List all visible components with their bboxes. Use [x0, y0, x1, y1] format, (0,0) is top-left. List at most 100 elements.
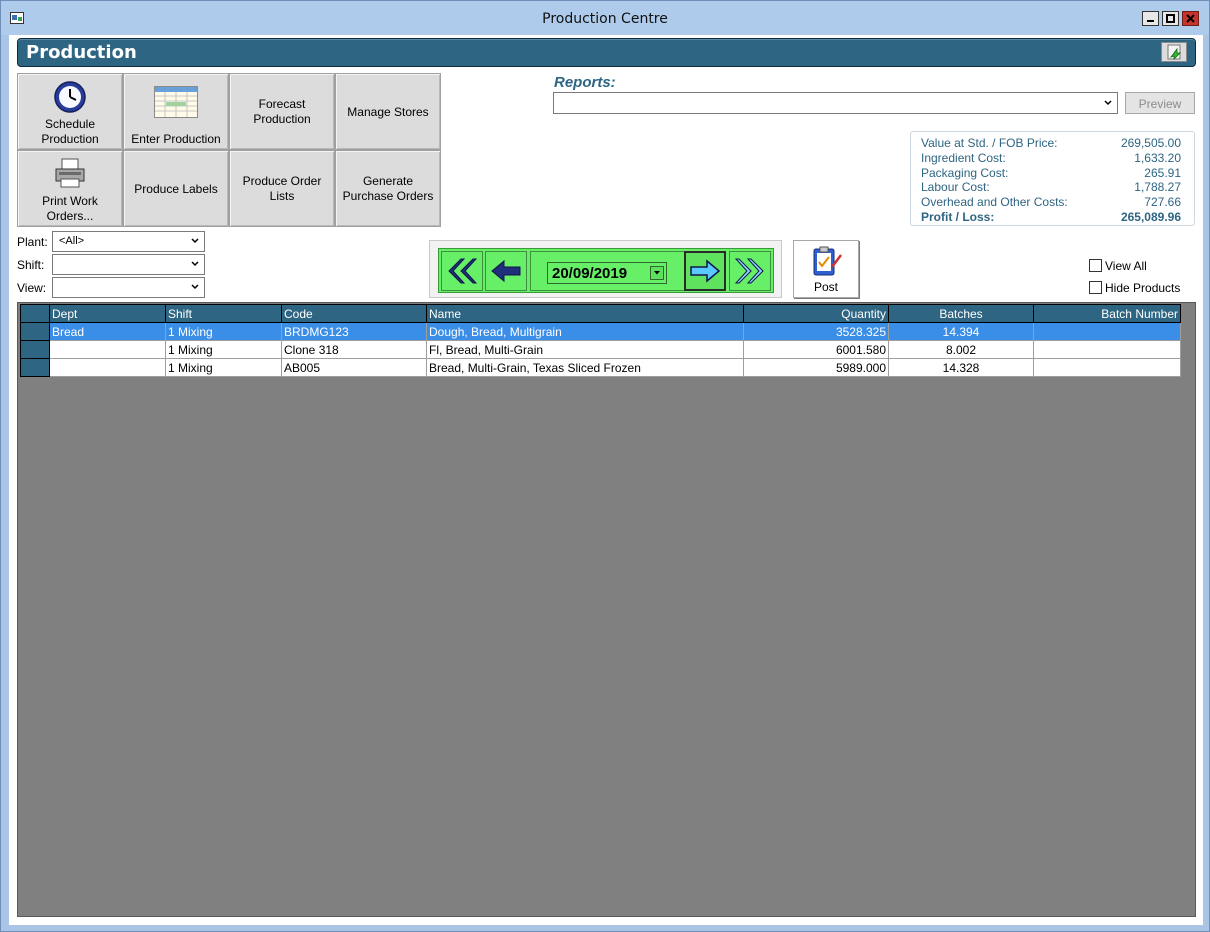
cell-batches[interactable]: 8.002	[888, 340, 1034, 359]
manage-stores-button[interactable]: Manage Stores	[335, 73, 441, 150]
cost-label: Overhead and Other Costs:	[921, 195, 1068, 209]
date-field[interactable]: 20/09/2019	[547, 262, 667, 284]
cost-row-labour: Labour Cost: 1,788.27	[921, 180, 1181, 195]
close-button[interactable]	[1182, 11, 1199, 26]
cell-dept[interactable]: Bread	[49, 322, 166, 341]
minimize-button[interactable]	[1142, 11, 1159, 26]
post-button[interactable]: Post	[793, 240, 859, 298]
maximize-icon	[1166, 14, 1175, 23]
previous-date-button[interactable]	[485, 251, 527, 291]
next-date-button[interactable]	[684, 251, 726, 291]
clipboard-check-icon	[813, 246, 842, 276]
cell-shift[interactable]: 1 Mixing	[165, 322, 282, 341]
schedule-production-button[interactable]: Schedule Production	[17, 73, 123, 150]
row-selector[interactable]	[20, 358, 50, 377]
column-header-shift[interactable]: Shift	[165, 304, 282, 323]
plant-label: Plant:	[17, 235, 48, 249]
cost-value: 1,633.20	[1134, 151, 1181, 165]
chevron-down-icon	[654, 271, 660, 275]
cell-batch-number[interactable]	[1033, 358, 1181, 377]
table-row[interactable]: Bread 1 Mixing BRDMG123 Dough, Bread, Mu…	[20, 322, 1181, 341]
cell-name[interactable]: Fl, Bread, Multi-Grain	[426, 340, 744, 359]
plant-dropdown[interactable]: <All>	[52, 231, 205, 252]
chevron-down-icon	[191, 261, 199, 267]
view-all-label: View All	[1105, 259, 1147, 273]
hide-products-checkbox[interactable]: Hide Products	[1089, 281, 1180, 295]
table-row[interactable]: 1 Mixing AB005 Bread, Multi-Grain, Texas…	[20, 358, 1181, 377]
cell-dept[interactable]	[49, 358, 166, 377]
table-row[interactable]: 1 Mixing Clone 318 Fl, Bread, Multi-Grai…	[20, 340, 1181, 359]
preview-button[interactable]: Preview	[1125, 92, 1195, 114]
shift-dropdown[interactable]	[52, 254, 205, 275]
checkbox-icon[interactable]	[1089, 281, 1102, 294]
cost-value: 269,505.00	[1120, 136, 1181, 150]
tile-label: Schedule	[44, 117, 96, 131]
cell-name[interactable]: Bread, Multi-Grain, Texas Sliced Frozen	[426, 358, 744, 377]
enter-production-button[interactable]: Enter Production	[123, 73, 229, 150]
current-date: 20/09/2019	[552, 265, 628, 282]
view-all-checkbox[interactable]: View All	[1089, 259, 1147, 273]
hide-products-label: Hide Products	[1105, 281, 1181, 295]
exit-button[interactable]	[1161, 42, 1187, 62]
row-selector[interactable]	[20, 340, 50, 359]
tile-label: Produce Order	[242, 174, 322, 188]
production-header: Production	[17, 38, 1196, 67]
cost-value: 1,788.27	[1134, 180, 1181, 194]
tile-label: Manage Stores	[347, 105, 429, 119]
cell-shift[interactable]: 1 Mixing	[165, 358, 282, 377]
clock-icon	[53, 80, 87, 118]
first-date-button[interactable]	[441, 251, 483, 291]
cell-quantity[interactable]: 6001.580	[743, 340, 889, 359]
production-grid[interactable]: Dept Shift Code Name Quantity Batches Ba…	[17, 302, 1196, 917]
reports-dropdown[interactable]	[553, 92, 1118, 114]
column-header-quantity[interactable]: Quantity	[743, 304, 889, 323]
date-navigator-bar: 20/09/2019	[438, 248, 774, 293]
checkbox-icon[interactable]	[1089, 259, 1102, 272]
cell-quantity[interactable]: 3528.325	[743, 322, 889, 341]
maximize-button[interactable]	[1162, 11, 1179, 26]
title-bar[interactable]: Production Centre	[1, 1, 1209, 35]
cost-value: 727.66	[1144, 195, 1181, 209]
cell-batch-number[interactable]	[1033, 322, 1181, 341]
column-header-name[interactable]: Name	[426, 304, 744, 323]
post-label: Post	[813, 280, 838, 294]
cost-row-packaging: Packaging Cost: 265.91	[921, 166, 1181, 181]
application-window: Production Centre Production Schedule Pr…	[0, 0, 1210, 932]
chevron-down-icon	[191, 284, 199, 290]
tile-label: Print Work	[42, 194, 98, 208]
cost-label: Labour Cost:	[921, 180, 990, 194]
cost-row-fob: Value at Std. / FOB Price: 269,505.00	[921, 136, 1181, 151]
cell-batch-number[interactable]	[1033, 340, 1181, 359]
column-header-batch-number[interactable]: Batch Number	[1033, 304, 1181, 323]
produce-labels-button[interactable]: Produce Labels	[123, 150, 229, 227]
production-table: Dept Shift Code Name Quantity Batches Ba…	[20, 304, 1181, 377]
column-header-code[interactable]: Code	[281, 304, 427, 323]
cell-code[interactable]: AB005	[281, 358, 427, 377]
cell-batches[interactable]: 14.328	[888, 358, 1034, 377]
print-work-orders-button[interactable]: Print Work Orders...	[17, 150, 123, 227]
last-date-button[interactable]	[729, 251, 771, 291]
cell-dept[interactable]	[49, 340, 166, 359]
shift-label: Shift:	[17, 258, 45, 272]
left-arrow-icon	[491, 259, 521, 283]
column-header-batches[interactable]: Batches	[888, 304, 1034, 323]
cell-quantity[interactable]: 5989.000	[743, 358, 889, 377]
cell-shift[interactable]: 1 Mixing	[165, 340, 282, 359]
close-icon	[1186, 14, 1195, 23]
cell-batches[interactable]: 14.394	[888, 322, 1034, 341]
view-dropdown[interactable]	[52, 277, 205, 298]
produce-order-lists-button[interactable]: Produce Order Lists	[229, 150, 335, 227]
cost-label: Packaging Cost:	[921, 166, 1009, 180]
column-header-dept[interactable]: Dept	[49, 304, 166, 323]
printer-icon	[53, 157, 87, 193]
cell-code[interactable]: Clone 318	[281, 340, 427, 359]
generate-purchase-orders-button[interactable]: Generate Purchase Orders	[335, 150, 441, 227]
tile-label: Lists	[269, 189, 295, 203]
tile-label: Produce Labels	[134, 182, 218, 196]
forecast-production-button[interactable]: Forecast Production	[229, 73, 335, 150]
date-dropdown-button[interactable]	[650, 266, 664, 280]
cell-code[interactable]: BRDMG123	[281, 322, 427, 341]
row-selector[interactable]	[20, 322, 50, 341]
cell-name[interactable]: Dough, Bread, Multigrain	[426, 322, 744, 341]
tile-label: Production	[41, 132, 99, 146]
